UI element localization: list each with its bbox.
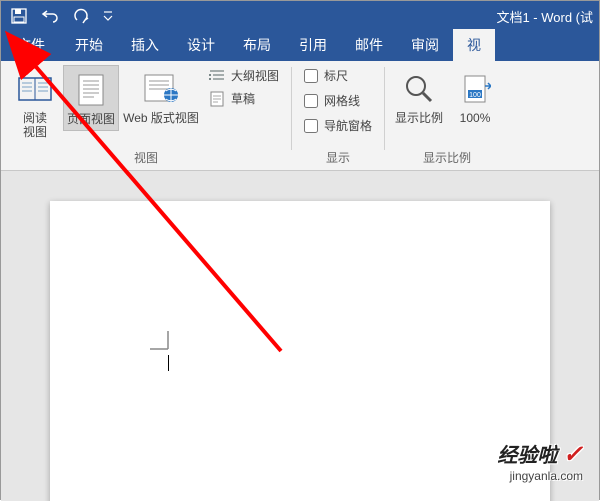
ribbon: 阅读视图 页面视图 Web 版式视图 大纲视图 [1,61,599,171]
title-bar: 文档1 - Word (试 [1,1,599,31]
redo-icon[interactable] [73,8,89,24]
group-zoom: 显示比例 100 100% 显示比例 [385,61,509,170]
tab-review[interactable]: 审阅 [397,29,453,61]
tab-design[interactable]: 设计 [173,29,229,61]
read-mode-label: 阅读视图 [23,111,47,139]
text-cursor [168,355,169,371]
zoom-group-label: 显示比例 [391,147,503,168]
print-layout-icon [76,70,106,110]
tab-view[interactable]: 视 [453,29,495,61]
tab-mailings[interactable]: 邮件 [341,29,397,61]
gridlines-checkbox[interactable]: 网格线 [304,92,372,109]
read-mode-button[interactable]: 阅读视图 [7,65,63,143]
show-group-label: 显示 [298,147,378,168]
print-layout-button[interactable]: 页面视图 [63,65,119,131]
quick-access-toolbar [1,8,113,24]
zoom-label: 显示比例 [395,111,443,125]
ruler-checkbox[interactable]: 标尺 [304,67,372,84]
watermark: 经验啦 ✓ jingyanla.com [497,439,583,483]
qat-dropdown-icon[interactable] [103,10,113,22]
gridlines-label: 网格线 [324,92,360,109]
draft-view-button[interactable]: 草稿 [209,90,279,107]
web-layout-icon [143,69,179,109]
zoom-button[interactable]: 显示比例 [391,65,447,129]
ruler-label: 标尺 [324,67,348,84]
save-icon[interactable] [11,8,27,24]
views-group-label: 视图 [7,147,285,168]
hundred-percent-label: 100% [460,111,491,125]
document-title: 文档1 - Word (试 [496,7,599,26]
page[interactable] [50,201,550,501]
group-show: 标尺 网格线 导航窗格 显示 [292,61,384,170]
draft-label: 草稿 [231,90,255,107]
print-layout-label: 页面视图 [67,112,115,126]
group-views: 阅读视图 页面视图 Web 版式视图 大纲视图 [1,61,291,170]
tab-insert[interactable]: 插入 [117,29,173,61]
check-icon: ✓ [563,441,583,468]
tab-file[interactable]: 文件 [1,29,61,61]
hundred-percent-button[interactable]: 100 100% [447,65,503,129]
read-mode-icon [18,69,52,109]
svg-text:100: 100 [469,92,481,99]
tab-references[interactable]: 引用 [285,29,341,61]
nav-pane-checkbox[interactable]: 导航窗格 [304,117,372,134]
tab-home[interactable]: 开始 [61,29,117,61]
tab-layout[interactable]: 布局 [229,29,285,61]
draft-icon [209,91,225,107]
watermark-brand: 经验啦 ✓ [497,439,583,469]
outline-label: 大纲视图 [231,67,279,84]
hundred-percent-icon: 100 [459,69,491,109]
watermark-url: jingyanla.com [497,469,583,483]
undo-icon[interactable] [41,8,59,24]
outline-view-button[interactable]: 大纲视图 [209,67,279,84]
page-margin-corner-icon [150,331,172,353]
web-layout-label: Web 版式视图 [123,111,199,125]
ribbon-tabs: 文件 开始 插入 设计 布局 引用 邮件 审阅 视 [1,31,599,61]
outline-icon [209,68,225,84]
nav-pane-label: 导航窗格 [324,117,372,134]
zoom-icon [403,69,435,109]
web-layout-button[interactable]: Web 版式视图 [119,65,203,129]
